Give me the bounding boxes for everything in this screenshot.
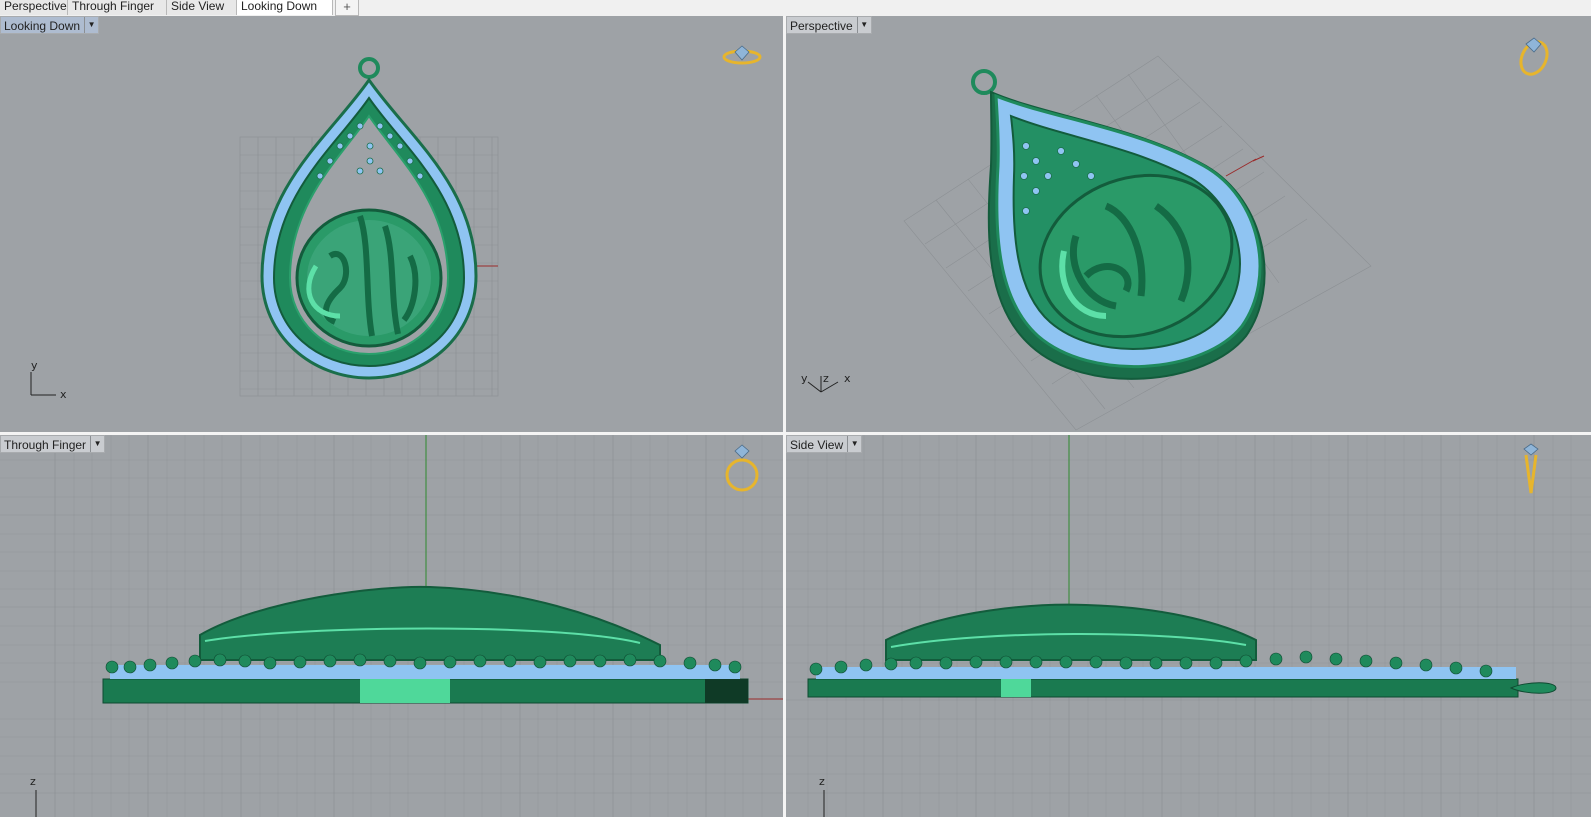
viewport-label-side-view[interactable]: Side View ▼ — [786, 435, 863, 453]
axis-label-x: x — [60, 388, 67, 401]
viewport-splitter-vertical[interactable] — [783, 16, 786, 817]
viewport-title: Through Finger — [4, 438, 87, 452]
viewport-through-finger-canvas: z — [0, 435, 783, 817]
viewport-title: Looking Down — [4, 19, 81, 33]
axis-label-z: z — [819, 775, 825, 788]
tab-through-finger[interactable]: Through Finger — [68, 0, 167, 15]
tab-looking-down[interactable]: Looking Down — [237, 0, 333, 15]
pendant-model-top — [260, 57, 478, 380]
viewport-side-view-canvas: z — [786, 435, 1591, 817]
viewport-splitter-horizontal[interactable] — [0, 432, 1591, 435]
ring-top-icon — [722, 45, 762, 65]
plus-icon: + — [343, 0, 351, 14]
chevron-down-icon[interactable]: ▼ — [90, 436, 104, 452]
axis-widget-top — [30, 372, 56, 396]
axis-label-y: y — [801, 372, 808, 385]
viewport-label-looking-down[interactable]: Looking Down ▼ — [0, 16, 100, 34]
viewport-through-finger[interactable]: z Through Finger ▼ — [0, 435, 783, 817]
ring-front-icon — [725, 444, 759, 492]
chevron-down-icon[interactable]: ▼ — [84, 17, 98, 33]
pendant-model-side — [807, 603, 1557, 698]
pendant-model-front — [102, 585, 749, 704]
axis-label-z: z — [823, 372, 829, 385]
viewport-side-view[interactable]: z Side View ▼ — [786, 435, 1591, 817]
viewport-perspective[interactable]: y z x Perspective ▼ — [786, 16, 1591, 432]
viewport-label-through-finger[interactable]: Through Finger ▼ — [0, 435, 106, 453]
tab-side-view[interactable]: Side View — [167, 0, 237, 15]
viewport-label-perspective[interactable]: Perspective ▼ — [786, 16, 872, 34]
viewport-title: Perspective — [790, 19, 853, 33]
x-axis-line — [1225, 158, 1257, 177]
ring-side-icon — [1523, 443, 1539, 494]
axis-label-z: z — [30, 775, 36, 788]
tab-perspective[interactable]: Perspective — [0, 0, 68, 15]
viewport-looking-down[interactable]: y x Looking Down ▼ — [0, 16, 783, 432]
viewport-title: Side View — [790, 438, 844, 452]
viewport-perspective-canvas: y z x — [801, 37, 1549, 431]
chevron-down-icon[interactable]: ▼ — [847, 436, 861, 452]
viewport-tab-bar: Perspective Through Finger Side View Loo… — [0, 0, 1591, 17]
axis-label-y: y — [31, 359, 38, 372]
viewport-looking-down-canvas: y x — [30, 45, 762, 401]
add-tab-button[interactable]: + — [335, 0, 359, 16]
axis-label-x: x — [844, 372, 851, 385]
ring-perspective-icon — [1519, 37, 1549, 76]
chevron-down-icon[interactable]: ▼ — [856, 17, 871, 33]
